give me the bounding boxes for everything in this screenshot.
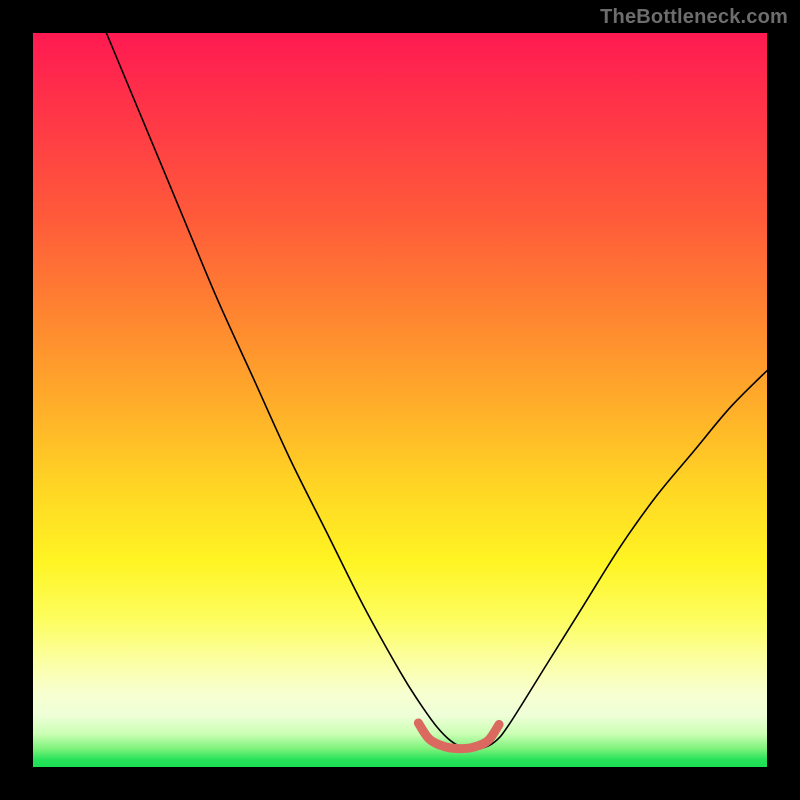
curve-layer bbox=[33, 33, 767, 767]
chart-frame: TheBottleneck.com bbox=[0, 0, 800, 800]
plot-area bbox=[33, 33, 767, 767]
bottleneck-curve bbox=[106, 33, 767, 750]
valley-highlight-segment bbox=[418, 723, 499, 749]
watermark-text: TheBottleneck.com bbox=[600, 6, 788, 29]
